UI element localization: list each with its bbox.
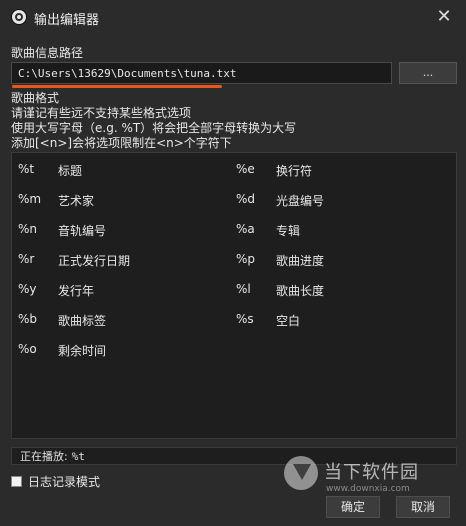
title-bar: 输出编辑器 ✕ [0,0,466,34]
format-code: %m [18,192,42,206]
format-code: %p [236,252,256,266]
format-label: 歌曲格式 [11,91,60,105]
format-code: %r [18,252,35,266]
now-playing-value: %t [71,450,85,463]
format-desc: 光盘编号 [276,194,325,208]
watermark-logo-icon [284,456,318,490]
format-code: %b [18,312,38,326]
format-desc: 标题 [58,164,83,178]
format-list-panel: %t 标题 %e 换行符 %m 艺术家 %d 光盘编号 %n 音轨编号 %a 专… [11,152,457,439]
format-desc: 剩余时间 [58,344,107,358]
window-title: 输出编辑器 [34,13,100,28]
log-mode-label: 日志记录模式 [28,475,101,489]
format-code: %e [236,162,255,176]
format-code: %l [236,282,251,296]
format-desc: 正式发行日期 [58,254,131,268]
obs-app-icon [11,9,27,25]
format-code: %a [236,222,255,236]
song-info-path-input[interactable] [11,62,392,84]
format-desc: 空白 [276,314,301,328]
format-desc: 歌曲进度 [276,254,325,268]
browse-button[interactable]: ... [399,62,457,84]
cancel-button[interactable]: 取消 [396,496,450,518]
format-note: 使用大写字母（e.g. %T）将会把全部字母转换为大写 [11,121,297,135]
format-code: %o [18,342,37,356]
format-code: %d [236,192,256,206]
format-desc: 专辑 [276,224,301,238]
now-playing-label: 正在播放: [20,450,68,463]
close-icon[interactable]: ✕ [432,5,456,29]
format-code: %n [18,222,38,236]
format-desc: 音轨编号 [58,224,107,238]
format-desc: 换行符 [276,164,313,178]
log-mode-toggle[interactable]: 日志记录模式 [11,473,100,490]
format-desc: 歌曲标签 [58,314,107,328]
format-note: 请谨记有些远不支持某些格式选项 [11,106,192,120]
format-code: %y [18,282,37,296]
watermark-url: www.downxia.com [326,484,410,494]
format-desc: 发行年 [58,284,95,298]
format-code: %s [236,312,254,326]
format-notes: 请谨记有些远不支持某些格式选项 使用大写字母（e.g. %T）将会把全部字母转换… [11,106,296,151]
format-code: %t [18,162,35,176]
ok-button[interactable]: 确定 [326,496,380,518]
format-desc: 歌曲长度 [276,284,325,298]
format-desc: 艺术家 [58,194,95,208]
log-mode-checkbox[interactable] [11,476,22,487]
path-label: 歌曲信息路径 [11,46,84,60]
watermark-text: 当下软件园 [324,462,419,483]
format-note: 添加[<n>]会将选项限制在<n>个字符下 [11,136,232,150]
highlight-underline [12,85,222,88]
